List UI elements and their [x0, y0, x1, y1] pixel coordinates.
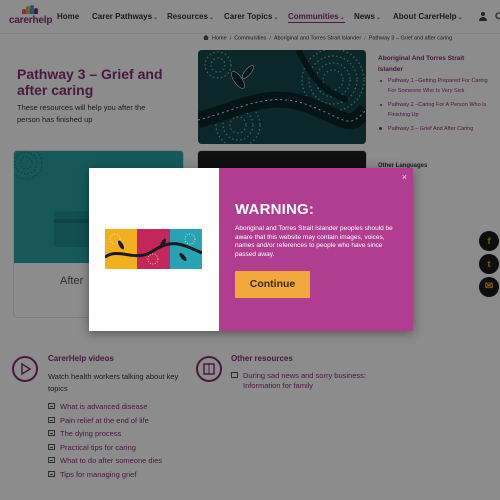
aboriginal-artwork-image: [104, 229, 203, 269]
warning-modal: × WARNING: Aboriginal and Torres Strait …: [89, 168, 413, 331]
modal-title: WARNING:: [235, 201, 315, 218]
modal-art-panel: [89, 168, 219, 331]
modal-content-panel: × WARNING: Aboriginal and Torres Strait …: [219, 168, 413, 331]
modal-warning-text: Aboriginal and Torres Strait Islander pe…: [235, 225, 393, 258]
close-icon[interactable]: ×: [402, 172, 407, 182]
continue-button[interactable]: Continue: [235, 271, 310, 298]
